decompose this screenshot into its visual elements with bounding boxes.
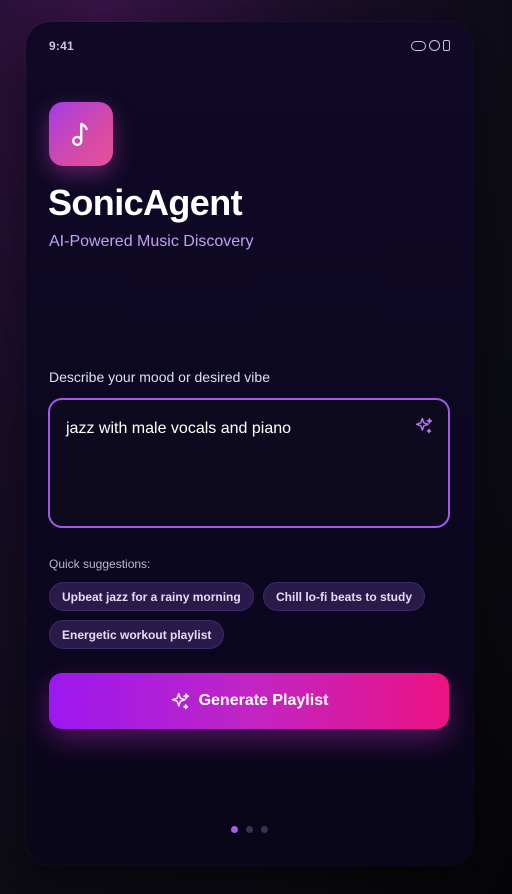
page-dot-active[interactable] [231,826,238,833]
status-icons [411,40,450,51]
quick-suggestions-label: Quick suggestions: [49,557,151,571]
mood-input-label: Describe your mood or desired vibe [49,369,270,385]
mood-input-text[interactable]: jazz with male vocals and piano [66,420,291,438]
sparkle-icon [170,691,191,712]
suggestion-chip[interactable]: Energetic workout playlist [49,620,225,649]
sparkle-icon[interactable] [414,416,434,441]
suggestion-chip[interactable]: Chill lo-fi beats to study [263,582,426,611]
music-note-icon [49,102,113,166]
app-subtitle: AI-Powered Music Discovery [49,233,254,250]
battery-icon [443,40,450,51]
signal-icon [411,40,426,51]
app-title: SonicAgent [48,182,243,223]
status-time: 9:41 [49,39,74,53]
suggestion-chip[interactable]: Upbeat jazz for a rainy morning [49,582,254,611]
generate-playlist-button[interactable]: Generate Playlist [49,673,449,729]
phone-screen: 9:41 SonicAgent AI-Powered Music Discove… [26,22,473,865]
page-dot[interactable] [261,826,268,833]
page-indicator [26,826,473,833]
mood-input[interactable]: jazz with male vocals and piano [48,398,450,528]
page-dot[interactable] [246,826,253,833]
generate-playlist-label: Generate Playlist [198,692,329,709]
wifi-icon [429,40,440,51]
